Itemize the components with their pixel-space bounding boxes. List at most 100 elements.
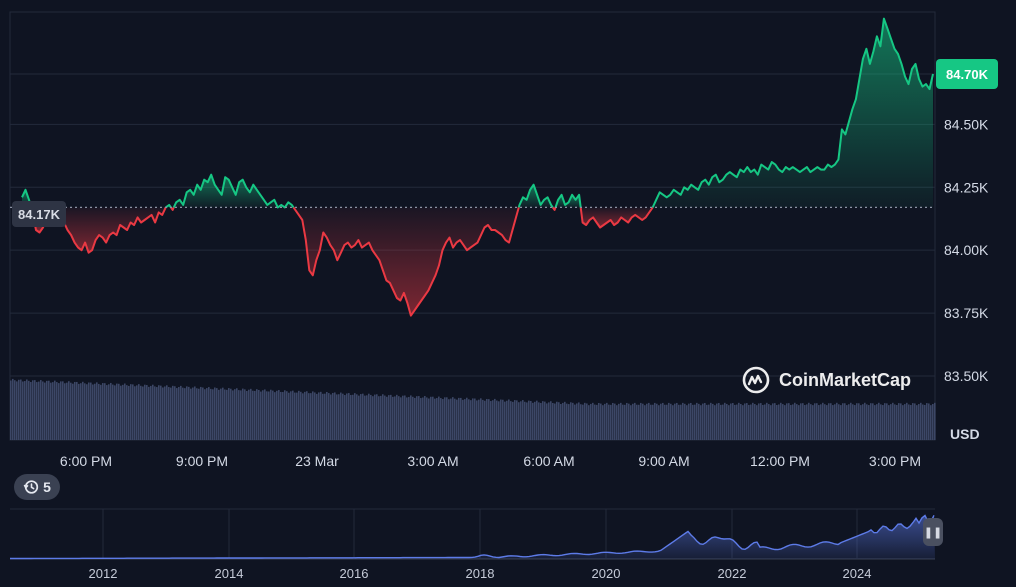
volume-bar (294, 392, 296, 440)
volume-bar (458, 397, 460, 440)
price-chart[interactable]: 84.50K 84.25K 84.00K 83.75K 83.50K 6:00 PM 9:… (0, 0, 1016, 587)
history-count: 5 (43, 479, 51, 495)
volume-bar (826, 405, 828, 440)
volume-bar (304, 391, 306, 440)
volume-bar (196, 388, 198, 440)
volume-bar (600, 403, 602, 440)
volume-bar (198, 388, 200, 440)
volume-bar (924, 404, 926, 440)
volume-bar (174, 386, 176, 440)
volume-bar (908, 404, 910, 440)
volume-bar (762, 404, 764, 440)
volume-bar (206, 388, 208, 440)
volume-bar (772, 403, 774, 440)
volume-bar (716, 403, 718, 440)
volume-bar (836, 402, 838, 440)
volume-bar (240, 390, 242, 440)
volume-bar (558, 402, 560, 440)
volume-bar (514, 400, 516, 440)
volume-bar (148, 386, 150, 440)
volume-bar (696, 402, 698, 440)
volume-bar (730, 403, 732, 440)
volume-bar (368, 393, 370, 440)
volume-bar (46, 380, 48, 440)
volume-bar (650, 404, 652, 440)
volume-bar (474, 398, 476, 440)
volume-bar (518, 402, 520, 440)
volume-bar (444, 397, 446, 440)
volume-bar (874, 405, 876, 440)
volume-bar (38, 381, 40, 440)
volume-bar (520, 401, 522, 440)
volume-bar (756, 405, 758, 440)
volume-bar (912, 403, 914, 440)
volume-bar (442, 399, 444, 440)
volume-bar (498, 401, 500, 440)
volume-bar (232, 390, 234, 440)
volume-bar (138, 384, 140, 440)
volume-bar (112, 384, 114, 440)
volume-bar (456, 399, 458, 440)
volume-bar (678, 404, 680, 440)
volume-bar (720, 404, 722, 440)
volume-bar (500, 399, 502, 440)
volume-bar (824, 404, 826, 440)
navigator-tick-label: 2024 (843, 566, 872, 581)
volume-bar (380, 395, 382, 440)
volume-bar (578, 402, 580, 440)
reference-price-label: 84.17K (18, 207, 61, 222)
volume-bar (512, 401, 514, 440)
volume-bar (794, 402, 796, 440)
volume-bar (648, 402, 650, 440)
volume-bar (806, 404, 808, 440)
volume-bar (406, 397, 408, 440)
volume-bar (612, 402, 614, 440)
volume-bar (306, 391, 308, 440)
volume-bar (346, 393, 348, 440)
volume-bar (218, 389, 220, 440)
volume-bar (656, 403, 658, 440)
volume-bar (884, 403, 886, 440)
volume-bar (658, 405, 660, 440)
volume-bar (64, 383, 66, 440)
volume-bar (682, 402, 684, 440)
volume-bar (246, 390, 248, 440)
volume-bar (838, 404, 840, 440)
volume-bar (818, 405, 820, 440)
volume-bar (384, 395, 386, 440)
navigator-area (10, 515, 935, 559)
coinmarketcap-logo-icon (742, 366, 770, 394)
volume-bar (12, 378, 14, 440)
volume-bar (286, 391, 288, 440)
history-icon (23, 480, 39, 494)
volume-bar (438, 396, 440, 440)
volume-bar (356, 394, 358, 440)
volume-bar (564, 401, 566, 440)
volume-bar (688, 403, 690, 440)
volume-bar (372, 396, 374, 440)
pause-icon: ❚❚ (923, 526, 943, 539)
volume-bar (72, 383, 74, 440)
volume-bar (166, 385, 168, 440)
volume-bar (880, 404, 882, 440)
volume-bar (736, 404, 738, 440)
volume-bar (18, 379, 20, 440)
volume-bar (900, 403, 902, 440)
volume-bar (422, 397, 424, 440)
volume-bar (110, 382, 112, 440)
volume-bar (326, 391, 328, 440)
volume-bar (862, 404, 864, 440)
navigator-handle[interactable]: ❚❚ (923, 518, 943, 546)
volume-bar (596, 404, 598, 440)
volume-bar (566, 403, 568, 440)
volume-bar (262, 390, 264, 440)
history-button[interactable]: 5 (14, 474, 60, 500)
volume-bar (182, 387, 184, 440)
volume-bar (560, 404, 562, 440)
volume-bar (784, 405, 786, 440)
volume-bar (248, 389, 250, 440)
time-navigator[interactable]: 2012 2014 2016 2018 2020 2022 2024 (10, 508, 935, 581)
x-tick-label: 9:00 PM (176, 453, 228, 469)
volume-bar (744, 403, 746, 440)
volume-bar (34, 380, 36, 440)
